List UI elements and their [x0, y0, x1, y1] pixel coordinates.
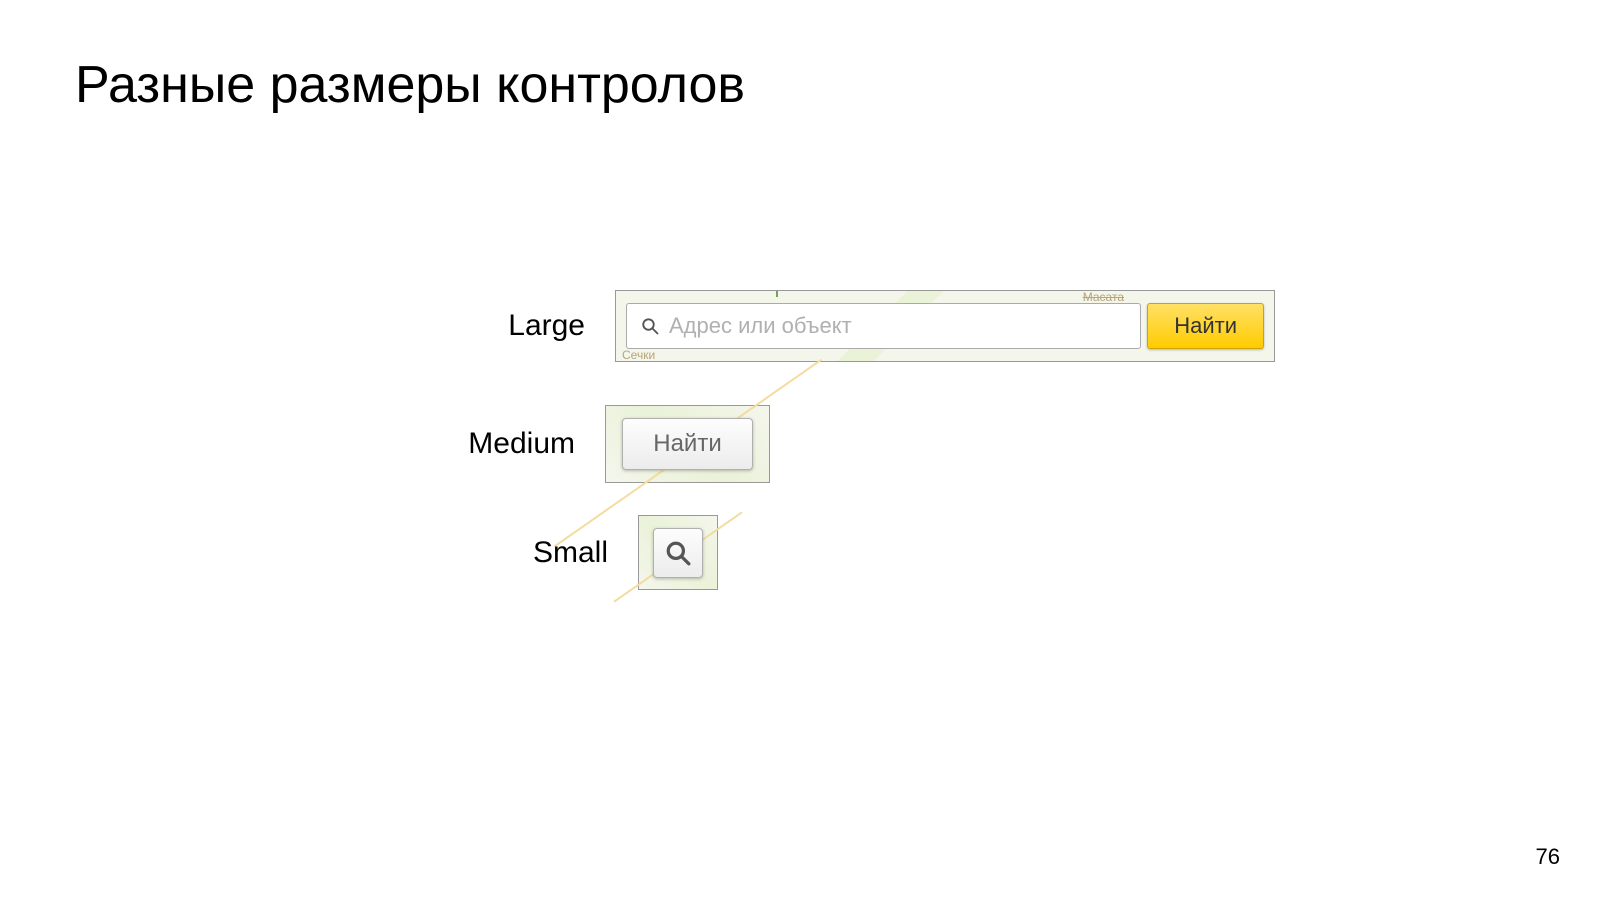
map-bg-label-top: Масата: [1083, 290, 1124, 304]
map-tick-mark: [776, 291, 778, 297]
find-button-medium[interactable]: Найти: [622, 418, 752, 470]
search-field-wrap[interactable]: [626, 303, 1141, 349]
find-button-small[interactable]: [653, 528, 703, 578]
size-label-large: Large: [455, 309, 585, 343]
map-tile-small: [638, 515, 718, 590]
map-tile-medium: Найти: [605, 405, 770, 483]
search-icon: [641, 317, 659, 335]
page-number: 76: [1536, 844, 1560, 870]
map-bg-label-bottom: Сечки: [622, 348, 655, 362]
find-button-large[interactable]: Найти: [1147, 303, 1264, 349]
map-tile-large: Масата Сечки Найти: [615, 290, 1275, 362]
size-label-small: Small: [478, 536, 608, 570]
slide-title: Разные размеры контролов: [75, 55, 745, 115]
size-label-medium: Medium: [445, 427, 575, 461]
row-medium: Medium Найти: [445, 405, 770, 483]
row-small: Small: [478, 515, 718, 590]
search-input[interactable]: [669, 313, 1126, 339]
search-icon: [665, 540, 691, 566]
row-large: Large Масата Сечки Найти: [455, 290, 1275, 362]
